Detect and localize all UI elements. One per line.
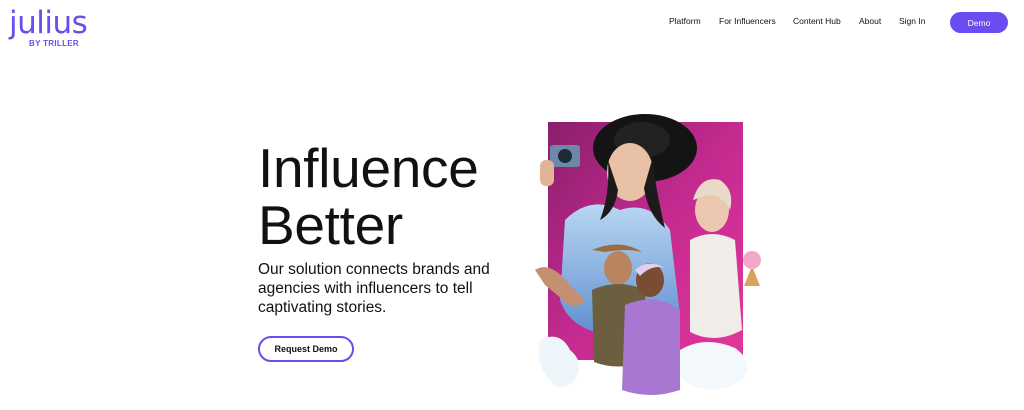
logo-tagline: BY TRILLER <box>29 39 79 48</box>
influencer-collage-image <box>530 100 780 400</box>
nav-for-influencers[interactable]: For Influencers <box>719 16 776 30</box>
site-header: julius BY TRILLER Platform For Influence… <box>0 0 1024 50</box>
julius-logo[interactable]: julius BY TRILLER <box>9 5 99 49</box>
hero-description: Our solution connects brands and agencie… <box>258 261 490 316</box>
request-demo-button[interactable]: Request Demo <box>258 336 354 362</box>
nav-sign-in[interactable]: Sign In <box>899 16 925 30</box>
hero-title: Influence Better <box>258 140 479 254</box>
hero-title-line-2: Better <box>258 194 403 256</box>
nav-about[interactable]: About <box>859 16 881 30</box>
nav-platform[interactable]: Platform <box>669 16 701 30</box>
demo-button[interactable]: Demo <box>950 12 1008 33</box>
nav-content-hub[interactable]: Content Hub <box>793 16 841 30</box>
hero-title-line-1: Influence <box>258 137 479 199</box>
collage-illustration <box>535 114 761 395</box>
logo-wordmark: julius <box>9 5 88 41</box>
